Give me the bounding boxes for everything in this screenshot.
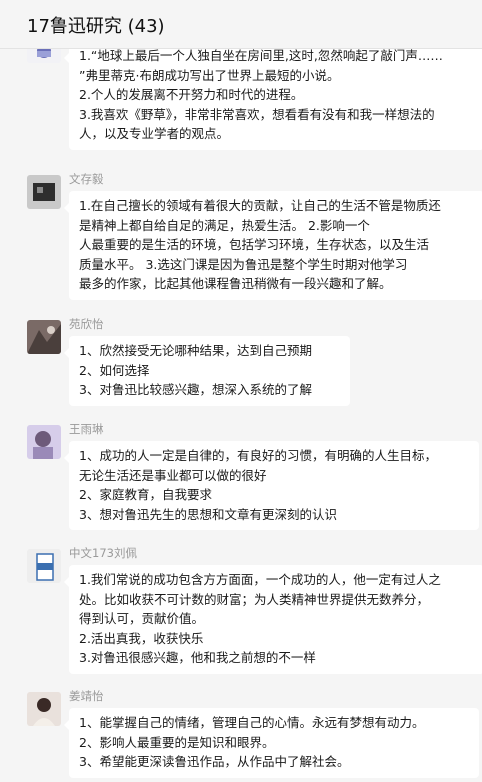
sender-name: 苑欣怡	[69, 317, 104, 331]
message-line: 最多的作家，比起其他课程鲁迅稍微有一段兴趣和了解。	[79, 276, 392, 291]
message-line: 3、想对鲁迅先生的思想和文章有更深刻的认识	[79, 506, 337, 522]
message-bubble[interactable]: 1.在自己擅长的领域有着很大的贡献，让自己的生活不管是物质还 是精神上都自给自足…	[64, 191, 482, 300]
message-line: 是精神上都自给自足的满足，热爱生活。 2.影响一个	[79, 217, 370, 233]
avatar[interactable]	[27, 692, 61, 726]
message-line: 人最重要的是生活的环境，包括学习环境，生存状态，以及生活	[79, 237, 430, 252]
message-line: 2.活出真我，收获快乐	[79, 630, 204, 646]
message-line: 3.对鲁迅很感兴趣，他和我之前想的不一样	[79, 650, 316, 665]
message-line: 1.在自己擅长的领域有着很大的贡献，让自己的生活不管是物质还	[79, 198, 441, 213]
message-line: 人，以及专业学者的观点。	[79, 126, 230, 141]
message-line: 1.我们常说的成功包含方方面面，一个成功的人，他一定有过人之	[79, 572, 441, 587]
avatar[interactable]	[27, 49, 61, 63]
message-bubble[interactable]: 1、能掌握自己的情绪，管理自己的心情。永远有梦想有动力。 2、影响人最重要的是知…	[64, 708, 479, 778]
message-line: 无论生活还是事业都可以做的很好	[79, 467, 267, 483]
avatar[interactable]	[27, 425, 61, 459]
message-line: 1、能掌握自己的情绪，管理自己的心情。永远有梦想有动力。	[79, 715, 425, 730]
message-bubble[interactable]: 1、成功的人一定是自律的，有良好的习惯，有明确的人生目标， 无论生活还是事业都可…	[64, 441, 479, 530]
message-line: 3.我喜欢《野草》，非常非常喜欢，想看看有没有和我一样想法的	[79, 106, 435, 122]
message-bubble[interactable]: 1.“地球上最后一个人独自坐在房间里,这时,忽然响起了敲门声…… ”弗里蒂克·布…	[64, 49, 482, 150]
message-line: 2、影响人最重要的是知识和眼界。	[79, 734, 275, 750]
avatar[interactable]	[27, 320, 61, 354]
message-line: 2、如何选择	[79, 362, 150, 378]
message-line: 3、对鲁迅比较感兴趣，想深入系统的了解	[79, 382, 312, 397]
avatar[interactable]	[27, 549, 61, 583]
message-line: 2、家庭教育，自我要求	[79, 487, 212, 502]
message-line: 质量水平。 3.选这门课是因为鲁迅是整个学生时期对他学习	[79, 256, 408, 272]
sender-name: 中文173刘佩	[69, 546, 137, 560]
sender-name: 文存毅	[69, 172, 104, 186]
sender-name: 王雨琳	[69, 422, 104, 436]
sender-name: 姜靖怡	[69, 689, 104, 703]
message-bubble[interactable]: 1、欣然接受无论哪种结果，达到自己预期 2、如何选择 3、对鲁迅比较感兴趣，想深…	[64, 336, 350, 406]
message-bubble[interactable]: 1.我们常说的成功包含方方面面，一个成功的人，他一定有过人之 处。比如收获不可计…	[64, 565, 482, 674]
message-line: 2.个人的发展离不开努力和时代的进程。	[79, 87, 304, 102]
message-line: 1、成功的人一定是自律的，有良好的习惯，有明确的人生目标，	[79, 448, 437, 463]
chat-header: 17鲁迅研究 (43)	[0, 0, 482, 49]
message-line: ”弗里蒂克·布朗成功写出了世界上最短的小说。	[79, 67, 340, 83]
message-list[interactable]: 1.“地球上最后一个人独自坐在房间里,这时,忽然响起了敲门声…… ”弗里蒂克·布…	[0, 49, 482, 782]
avatar[interactable]	[27, 175, 61, 209]
message-line: 1.“地球上最后一个人独自坐在房间里,这时,忽然响起了敲门声……	[79, 49, 443, 63]
chat-title: 17鲁迅研究 (43)	[27, 16, 165, 37]
message-line: 3、希望能更深读鲁迅作品，从作品中了解社会。	[79, 754, 350, 769]
message-line: 处。比如收获不可计数的财富；为人类精神世界提供无数养分，	[79, 591, 430, 607]
message-line: 1、欣然接受无论哪种结果，达到自己预期	[79, 343, 312, 358]
message-line: 得到认可，贡献价值。	[79, 611, 205, 626]
